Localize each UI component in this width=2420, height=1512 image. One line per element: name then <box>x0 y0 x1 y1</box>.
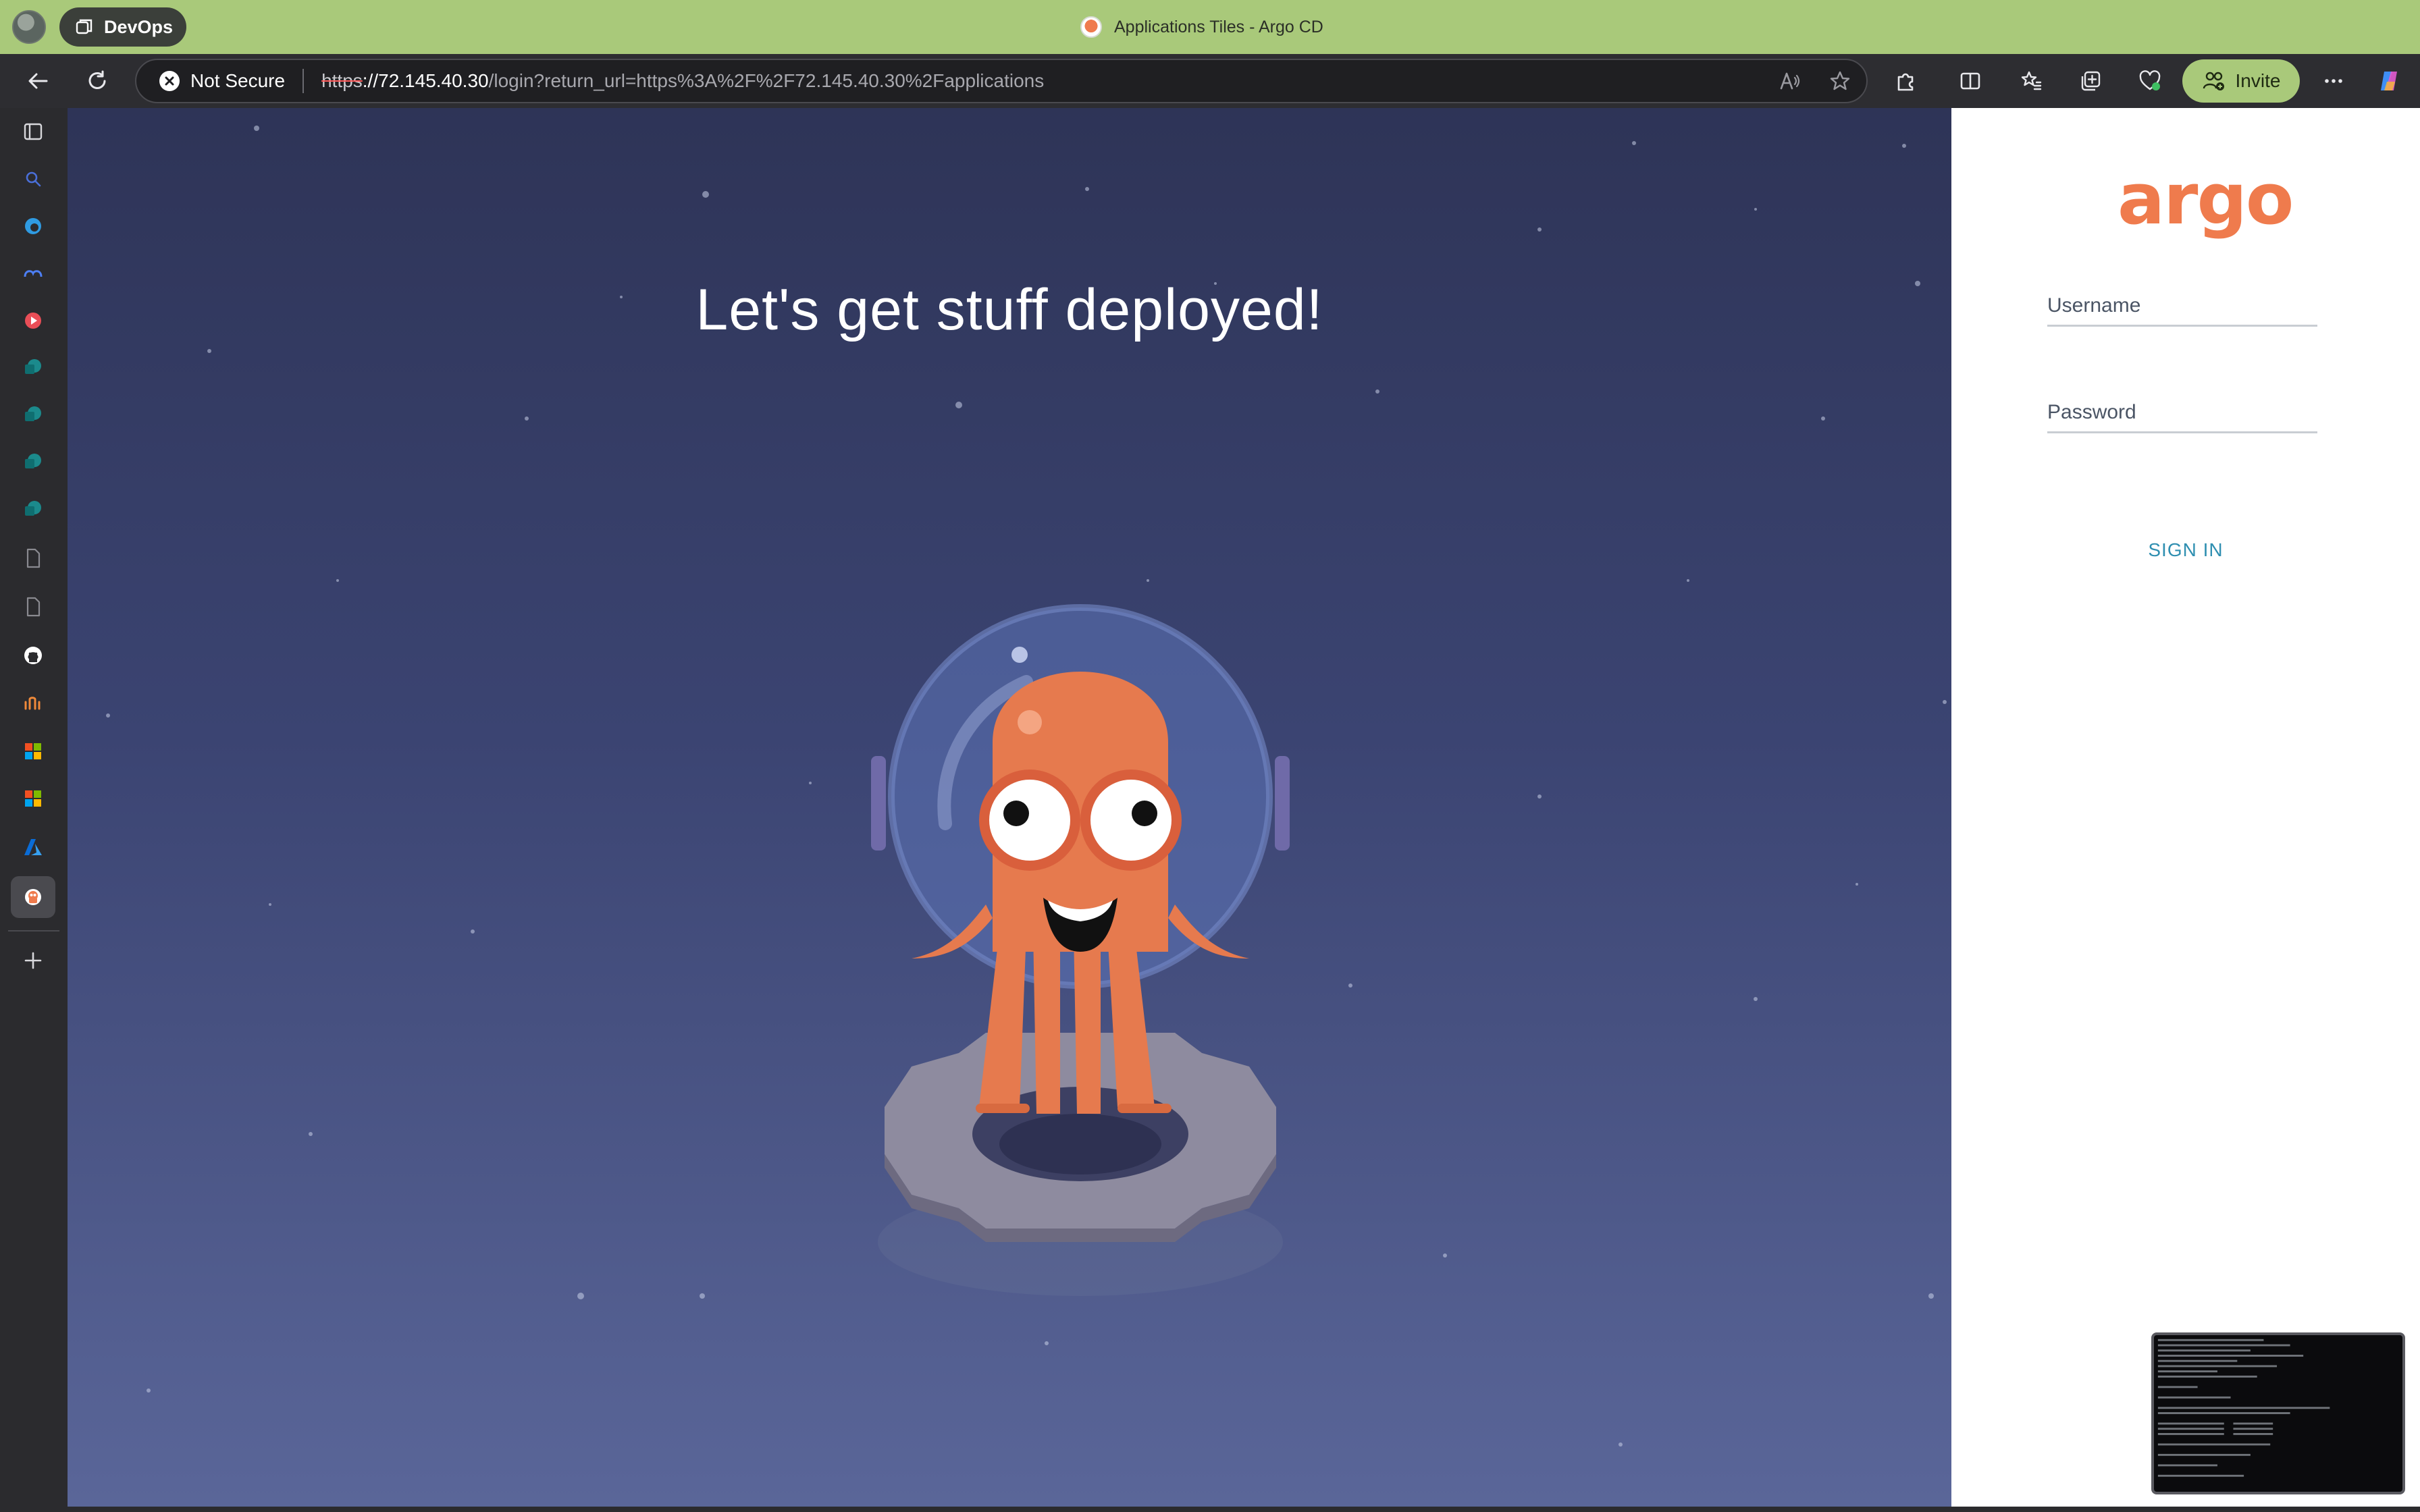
argo-octopus-mascot-icon <box>871 604 1290 1296</box>
username-input[interactable] <box>2047 273 2317 327</box>
address-bar-actions <box>1779 60 1851 102</box>
plus-icon <box>24 952 42 969</box>
password-field-container <box>2047 379 2317 433</box>
vertical-tab-bar <box>0 108 68 1512</box>
sidebar-tab-11[interactable] <box>18 687 49 718</box>
username-field-container <box>2047 273 2317 327</box>
window-title-text: Applications Tiles - Argo CD <box>1114 17 1323 36</box>
invite-label: Invite <box>2235 70 2281 91</box>
extensions-button[interactable] <box>1888 63 1923 99</box>
microsoft-icon <box>25 790 41 807</box>
invite-people-icon <box>2203 72 2224 90</box>
sharepoint-icon <box>25 406 41 421</box>
sharepoint-icon <box>25 501 41 516</box>
security-label: Not Secure <box>190 70 286 91</box>
collections-button[interactable] <box>2073 63 2108 99</box>
browser-essentials-button[interactable] <box>2132 63 2167 99</box>
sidebar-tab-14[interactable] <box>18 832 49 863</box>
sidebar-tab-3[interactable] <box>18 305 49 336</box>
github-icon <box>24 647 42 664</box>
more-horizontal-icon <box>2325 79 2342 83</box>
not-secure-icon <box>159 71 180 91</box>
sidebar-tab-5[interactable] <box>18 400 49 431</box>
refresh-button[interactable] <box>80 63 115 99</box>
more-options-button[interactable] <box>2316 63 2351 99</box>
sidebar-tab-6[interactable] <box>18 447 49 478</box>
sidebar-tab-1[interactable] <box>18 211 49 242</box>
window-title: Applications Tiles - Argo CD <box>1080 11 1323 43</box>
microsoft-icon <box>25 743 41 759</box>
favorites-list-icon <box>2021 71 2042 90</box>
sidebar-tab-7[interactable] <box>18 494 49 525</box>
workspace-label: DevOps <box>104 16 174 37</box>
sidebar-tab-10[interactable] <box>18 640 49 671</box>
sidebar-divider <box>8 930 59 932</box>
sharepoint-icon <box>25 359 41 374</box>
document-icon <box>26 548 41 568</box>
puzzle-icon <box>1897 73 1914 91</box>
favorites-button[interactable] <box>2014 63 2049 99</box>
azure-icon <box>24 839 42 855</box>
profile-avatar[interactable] <box>12 10 46 44</box>
sidebar-tab-argo-active[interactable] <box>11 876 55 918</box>
split-screen-icon <box>1960 72 1980 90</box>
password-input[interactable] <box>2047 379 2317 433</box>
refresh-icon <box>88 70 106 89</box>
sidebar-tab-4[interactable] <box>18 352 49 383</box>
hero-heading: Let's get stuff deployed! <box>695 277 1323 342</box>
address-divider <box>302 69 305 93</box>
tab-actions-button[interactable] <box>18 116 49 147</box>
argo-favicon-icon <box>1080 16 1102 38</box>
argo-cd-icon <box>25 889 41 905</box>
youtube-icon <box>25 313 41 329</box>
tab-search-button[interactable] <box>18 163 49 194</box>
terminal-preview-thumbnail[interactable] <box>2151 1332 2405 1494</box>
sidebar-tab-12[interactable] <box>18 736 49 767</box>
workspace-icon <box>76 19 93 34</box>
split-screen-button[interactable] <box>1953 63 1988 99</box>
vertical-tabs-icon <box>24 123 43 140</box>
sharepoint-icon <box>25 454 41 468</box>
back-arrow-icon <box>28 73 48 89</box>
sidebar-tab-13[interactable] <box>18 783 49 814</box>
copilot-icon <box>2381 72 2397 90</box>
address-bar[interactable]: Not Secure https://72.145.40.30/login?re… <box>135 59 1868 103</box>
favorite-star-icon[interactable] <box>1829 70 1851 92</box>
back-button[interactable] <box>20 63 55 99</box>
url-path: /login?return_url=https%3A%2F%2F72.145.4… <box>488 70 1045 91</box>
url-text[interactable]: https://72.145.40.30/login?return_url=ht… <box>321 70 1044 92</box>
read-aloud-icon[interactable] <box>1779 70 1801 92</box>
new-tab-button[interactable] <box>18 945 49 976</box>
grafana-icon <box>24 697 41 710</box>
browser-toolbar: Not Secure https://72.145.40.30/login?re… <box>0 54 2420 108</box>
sidebar-tab-2[interactable] <box>18 258 49 289</box>
sidebar-tab-9[interactable] <box>18 591 49 622</box>
document-icon <box>26 597 41 617</box>
url-scheme: https <box>321 70 363 91</box>
title-bar: DevOps Applications Tiles - Argo CD <box>0 0 2420 54</box>
argo-logo: argo <box>2118 158 2294 240</box>
security-indicator[interactable]: Not Secure <box>159 70 285 92</box>
copilot-tab-icon <box>24 270 43 277</box>
login-panel: argo SIGN IN <box>1951 108 2420 1507</box>
workspace-button[interactable]: DevOps <box>59 7 186 47</box>
invite-button[interactable]: Invite <box>2182 59 2300 103</box>
sign-in-button[interactable]: SIGN IN <box>2108 526 2263 574</box>
collections-icon <box>2081 71 2101 91</box>
sidebar-tab-8[interactable] <box>18 543 49 574</box>
search-icon <box>26 171 41 187</box>
login-hero: Let's get stuff deployed! <box>68 108 1951 1507</box>
heart-pulse-icon <box>2139 70 2161 90</box>
copilot-button[interactable] <box>2371 63 2406 99</box>
url-host: ://72.145.40.30 <box>362 70 489 91</box>
terminal-preview-image <box>2157 1339 2330 1477</box>
edge-tab-icon <box>25 218 41 234</box>
